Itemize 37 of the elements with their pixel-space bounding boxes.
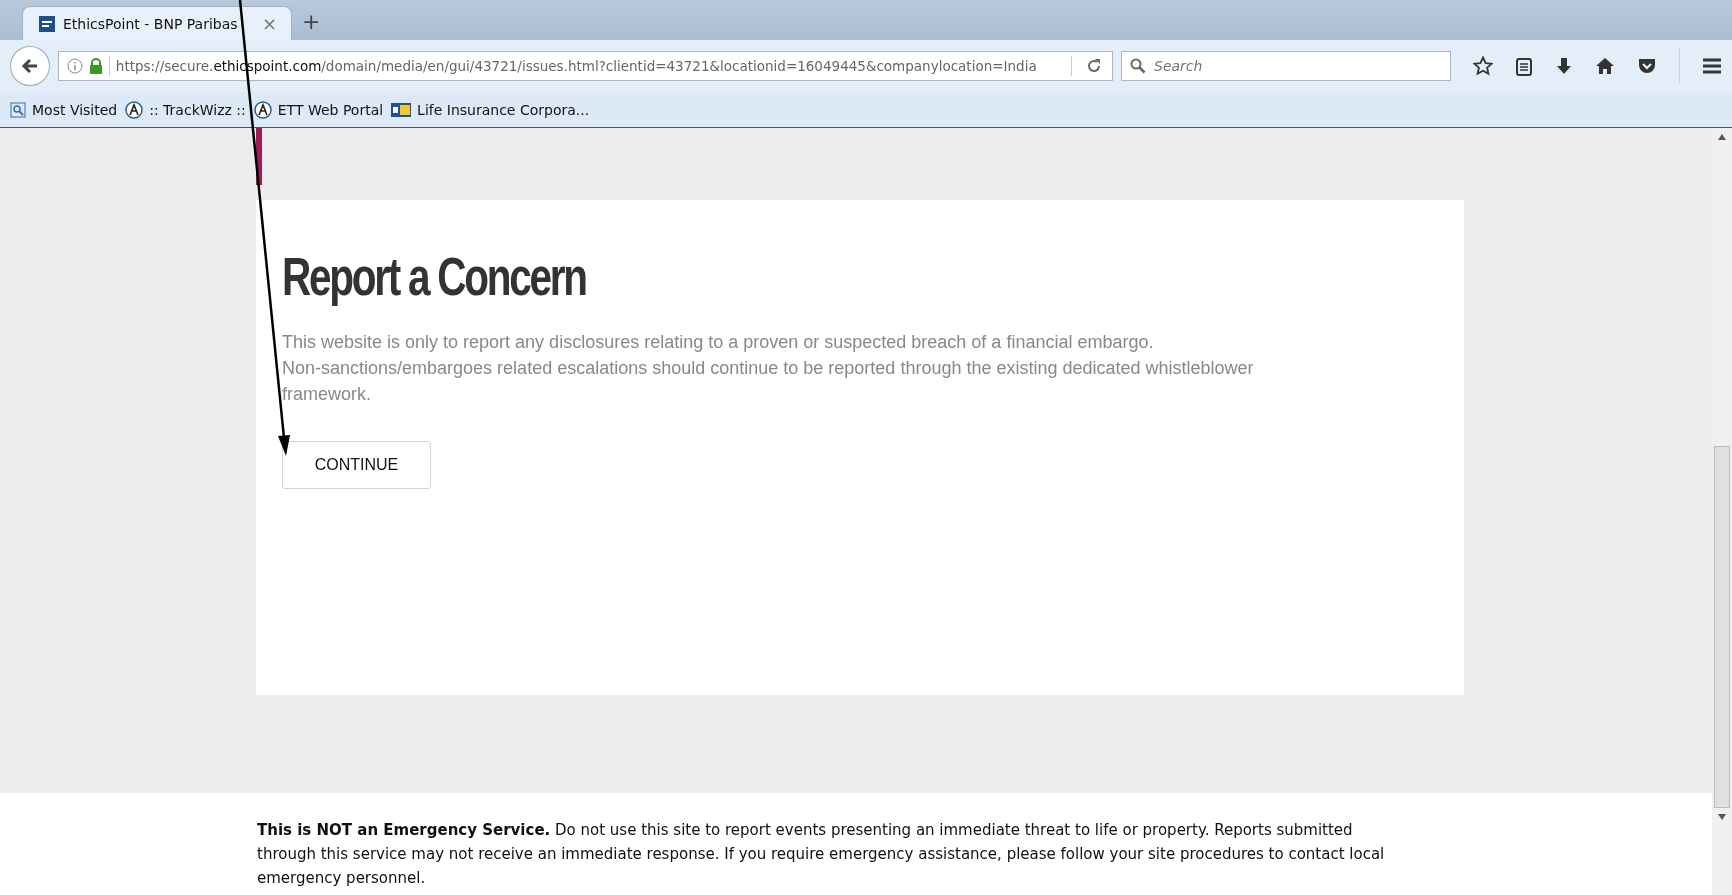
- bookmark-label: ETT Web Portal: [277, 101, 384, 118]
- emergency-notice: This is NOT an Emergency Service. Do not use this site to report events presenting an immediate threat to life or property. Reports submitted through this service may not receive an immediate response. If you require emergency assistance, please follow your site procedures to contact local emergency personnel.: [257, 820, 1386, 889]
- bookmark-item[interactable]: ETT Web Portal: [253, 100, 384, 119]
- bookmark-item[interactable]: Most Visited: [10, 101, 118, 118]
- description-text: This website is only to report any disclosures relating to a proven or suspected breach of a financial embargo.: [282, 331, 1155, 354]
- back-button[interactable]: [10, 46, 50, 86]
- search-icon: [1130, 58, 1146, 74]
- lock-icon: [88, 58, 103, 74]
- browser-tab[interactable]: EthicsPoint - BNP Paribas ×: [22, 6, 292, 40]
- search-field[interactable]: Search: [1121, 51, 1451, 81]
- accent-bar: [256, 128, 262, 185]
- page-title: Report a Concern: [282, 245, 587, 307]
- description-text: Non-sanctions/embargoes related escalations should continue to be reported through the existing dedicated whistleblower framework.: [282, 357, 1255, 406]
- bookmark-label: :: TrackWizz ::: [149, 101, 246, 118]
- back-arrow-icon: [19, 56, 40, 76]
- new-tab-button[interactable]: +: [302, 6, 321, 40]
- close-tab-button[interactable]: ×: [261, 13, 277, 34]
- folder-icon: [10, 101, 26, 118]
- download-icon[interactable]: [1555, 56, 1573, 76]
- logo-icon: [391, 102, 412, 117]
- menu-icon[interactable]: [1702, 57, 1722, 75]
- continue-button[interactable]: CONTINUE: [282, 441, 431, 489]
- reload-icon[interactable]: [1086, 58, 1102, 74]
- info-icon: [66, 58, 83, 74]
- tab-title: EthicsPoint - BNP Paribas: [63, 15, 239, 32]
- shield-icon[interactable]: [1637, 56, 1657, 76]
- site-logo-icon: [39, 15, 55, 32]
- clipboard-icon[interactable]: [1515, 56, 1533, 76]
- scroll-up-icon[interactable]: [1718, 134, 1726, 140]
- scrollbar[interactable]: [1712, 128, 1732, 895]
- star-icon[interactable]: [1473, 56, 1493, 76]
- bookmark-label: Most Visited: [32, 101, 118, 118]
- scroll-down-icon[interactable]: [1718, 814, 1726, 820]
- site-icon: [125, 100, 144, 119]
- bookmark-item[interactable]: :: TrackWizz ::: [125, 100, 246, 119]
- site-icon: [253, 100, 272, 119]
- home-icon[interactable]: [1595, 56, 1615, 76]
